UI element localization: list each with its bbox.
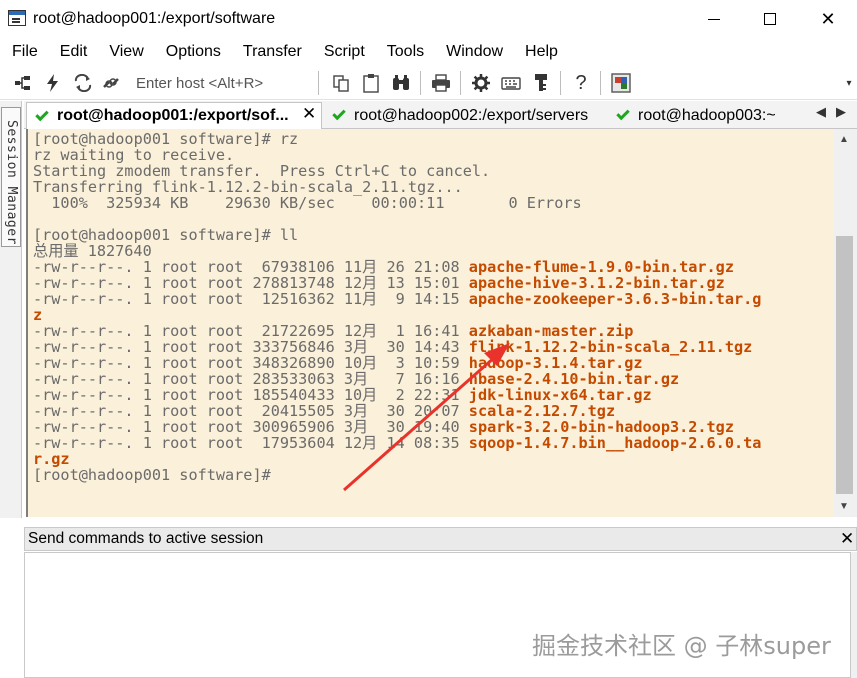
watermark-text: 掘金技术社区 @ 子林super (532, 632, 831, 660)
terminal-filename: apache-zookeeper-3.6.3-bin.tar.g (468, 290, 762, 308)
toolbar-overflow-icon[interactable]: ▾ (838, 72, 857, 94)
send-commands-title: Send commands to active session (28, 530, 264, 547)
toolbar (0, 66, 857, 100)
terminal-file-line: -rw-r--r--. 1 root root 283533063 3月 7 1… (33, 371, 679, 387)
menu-file[interactable]: File (12, 43, 38, 61)
menu-help[interactable]: Help (525, 43, 558, 61)
tab-label: root@hadoop002:/export/servers (354, 106, 589, 124)
minimize-icon (708, 18, 720, 20)
minimize-button[interactable] (686, 0, 742, 38)
close-icon: ✕ (820, 8, 836, 29)
terminal-line-text: -rw-r--r--. 1 root root 12516362 11月 9 1… (33, 290, 469, 308)
session-manager-panel: Session Manager (0, 101, 22, 518)
terminal-line: [root@hadoop001 software]# rz (33, 131, 298, 147)
terminal-line: [root@hadoop001 software]# ll (33, 227, 298, 243)
menu-transfer[interactable]: Transfer (243, 43, 302, 61)
copy-icon[interactable] (330, 72, 352, 94)
find-icon[interactable] (390, 72, 412, 94)
terminal-file-line: -rw-r--r--. 1 root root 333756846 3月 30 … (33, 339, 752, 355)
terminal-file-line: -rw-r--r--. 1 root root 348326890 10月 3 … (33, 355, 643, 371)
terminal-line-text: -rw-r--r--. 1 root root 17953604 12月 14 … (33, 434, 469, 452)
menu-options[interactable]: Options (166, 43, 221, 61)
close-tab-icon[interactable]: ✕ (302, 104, 316, 124)
disconnect-icon[interactable] (100, 72, 122, 94)
title-bar: root@hadoop001:/export/software ✕ (0, 0, 857, 38)
enter-host-input[interactable] (132, 71, 312, 95)
tab-label: root@hadoop001:/export/sof... (57, 107, 289, 124)
window-title: root@hadoop001:/export/software (33, 10, 276, 27)
menu-bar: File Edit View Options Transfer Script T… (0, 38, 857, 66)
close-window-button[interactable]: ✕ (800, 0, 856, 38)
connected-check-icon (616, 106, 630, 121)
terminal-file-line: z (33, 307, 42, 323)
session-manager-tab[interactable]: Session Manager (1, 107, 21, 247)
settings-icon[interactable] (470, 72, 492, 94)
close-send-panel-icon[interactable]: ✕ (840, 529, 854, 549)
scroll-down-icon[interactable]: ▼ (839, 501, 849, 512)
terminal-file-line: -rw-r--r--. 1 root root 300965906 3月 30 … (33, 419, 734, 435)
terminal-line: 总用量 1827640 (33, 243, 152, 259)
toolbar-divider (600, 71, 601, 95)
toolbar-divider (318, 71, 319, 95)
menu-tools[interactable]: Tools (387, 43, 424, 61)
maximize-button[interactable] (742, 0, 798, 38)
menu-window[interactable]: Window (446, 43, 503, 61)
tab-label: root@hadoop003:~ (638, 106, 776, 124)
terminal-output[interactable]: [root@hadoop001 software]# rz rz waiting … (26, 129, 833, 517)
terminal-file-line: -rw-r--r--. 1 root root 67938106 11月 26 … (33, 259, 734, 275)
terminal-file-line: -rw-r--r--. 1 root root 278813748 12月 13… (33, 275, 725, 291)
toolbar-divider (560, 71, 561, 95)
terminal-file-line: -rw-r--r--. 1 root root 17953604 12月 14 … (33, 435, 761, 451)
toolbar-divider (460, 71, 461, 95)
keymap-icon[interactable] (500, 72, 522, 94)
scrollbar-thumb[interactable] (836, 236, 853, 494)
menu-edit[interactable]: Edit (60, 43, 88, 61)
print-icon[interactable] (430, 72, 452, 94)
reconnect-icon[interactable] (72, 72, 94, 94)
tab-hadoop001[interactable]: root@hadoop001:/export/sof... (26, 102, 322, 129)
terminal-line: [root@hadoop001 software]# (33, 467, 280, 483)
menu-script[interactable]: Script (324, 43, 365, 61)
terminal-file-line: -rw-r--r--. 1 root root 12516362 11月 9 1… (33, 291, 761, 307)
terminal-line-text: 100% 325934 KB 29630 KB/sec 00:00:11 0 E… (33, 194, 582, 212)
connected-check-icon (332, 106, 346, 121)
connect-icon[interactable] (12, 72, 34, 94)
key-icon[interactable] (530, 72, 552, 94)
tab-hadoop003[interactable]: root@hadoop003:~ (608, 102, 790, 129)
tab-hadoop002[interactable]: root@hadoop002:/export/servers (324, 102, 606, 129)
maximize-icon (764, 13, 776, 25)
terminal-line: Transferring flink-1.12.2-bin-scala_2.11… (33, 179, 463, 195)
scroll-up-icon[interactable]: ▲ (839, 134, 849, 145)
sftp-icon[interactable] (610, 72, 632, 94)
toolbar-divider (420, 71, 421, 95)
terminal-line: 100% 325934 KB 29630 KB/sec 00:00:11 0 E… (33, 194, 582, 212)
tab-scroll-right-icon[interactable]: ▶ (836, 104, 846, 120)
terminal-file-line: -rw-r--r--. 1 root root 20415505 3月 30 2… (33, 403, 615, 419)
terminal-line-text: [root@hadoop001 software]# (33, 466, 280, 484)
tab-scroll-left-icon[interactable]: ◀ (816, 104, 826, 120)
help-icon[interactable]: ? (570, 72, 592, 94)
paste-icon[interactable] (360, 72, 382, 94)
menu-view[interactable]: View (109, 43, 143, 61)
send-panel-scrollbar[interactable] (851, 552, 857, 678)
terminal-file-line: -rw-r--r--. 1 root root 185540433 10月 2 … (33, 387, 652, 403)
terminal-filename: sqoop-1.4.7.bin__hadoop-2.6.0.ta (468, 434, 762, 452)
app-terminal-icon (8, 10, 26, 26)
terminal-line: rz waiting to receive. (33, 147, 234, 163)
terminal-file-line: r.gz (33, 451, 70, 467)
quick-connect-icon[interactable] (42, 72, 64, 94)
terminal-file-line: -rw-r--r--. 1 root root 21722695 12月 1 1… (33, 323, 633, 339)
terminal-line: Starting zmodem transfer. Press Ctrl+C t… (33, 163, 490, 179)
connected-check-icon (35, 107, 49, 121)
session-manager-label: Session Manager (4, 120, 19, 245)
